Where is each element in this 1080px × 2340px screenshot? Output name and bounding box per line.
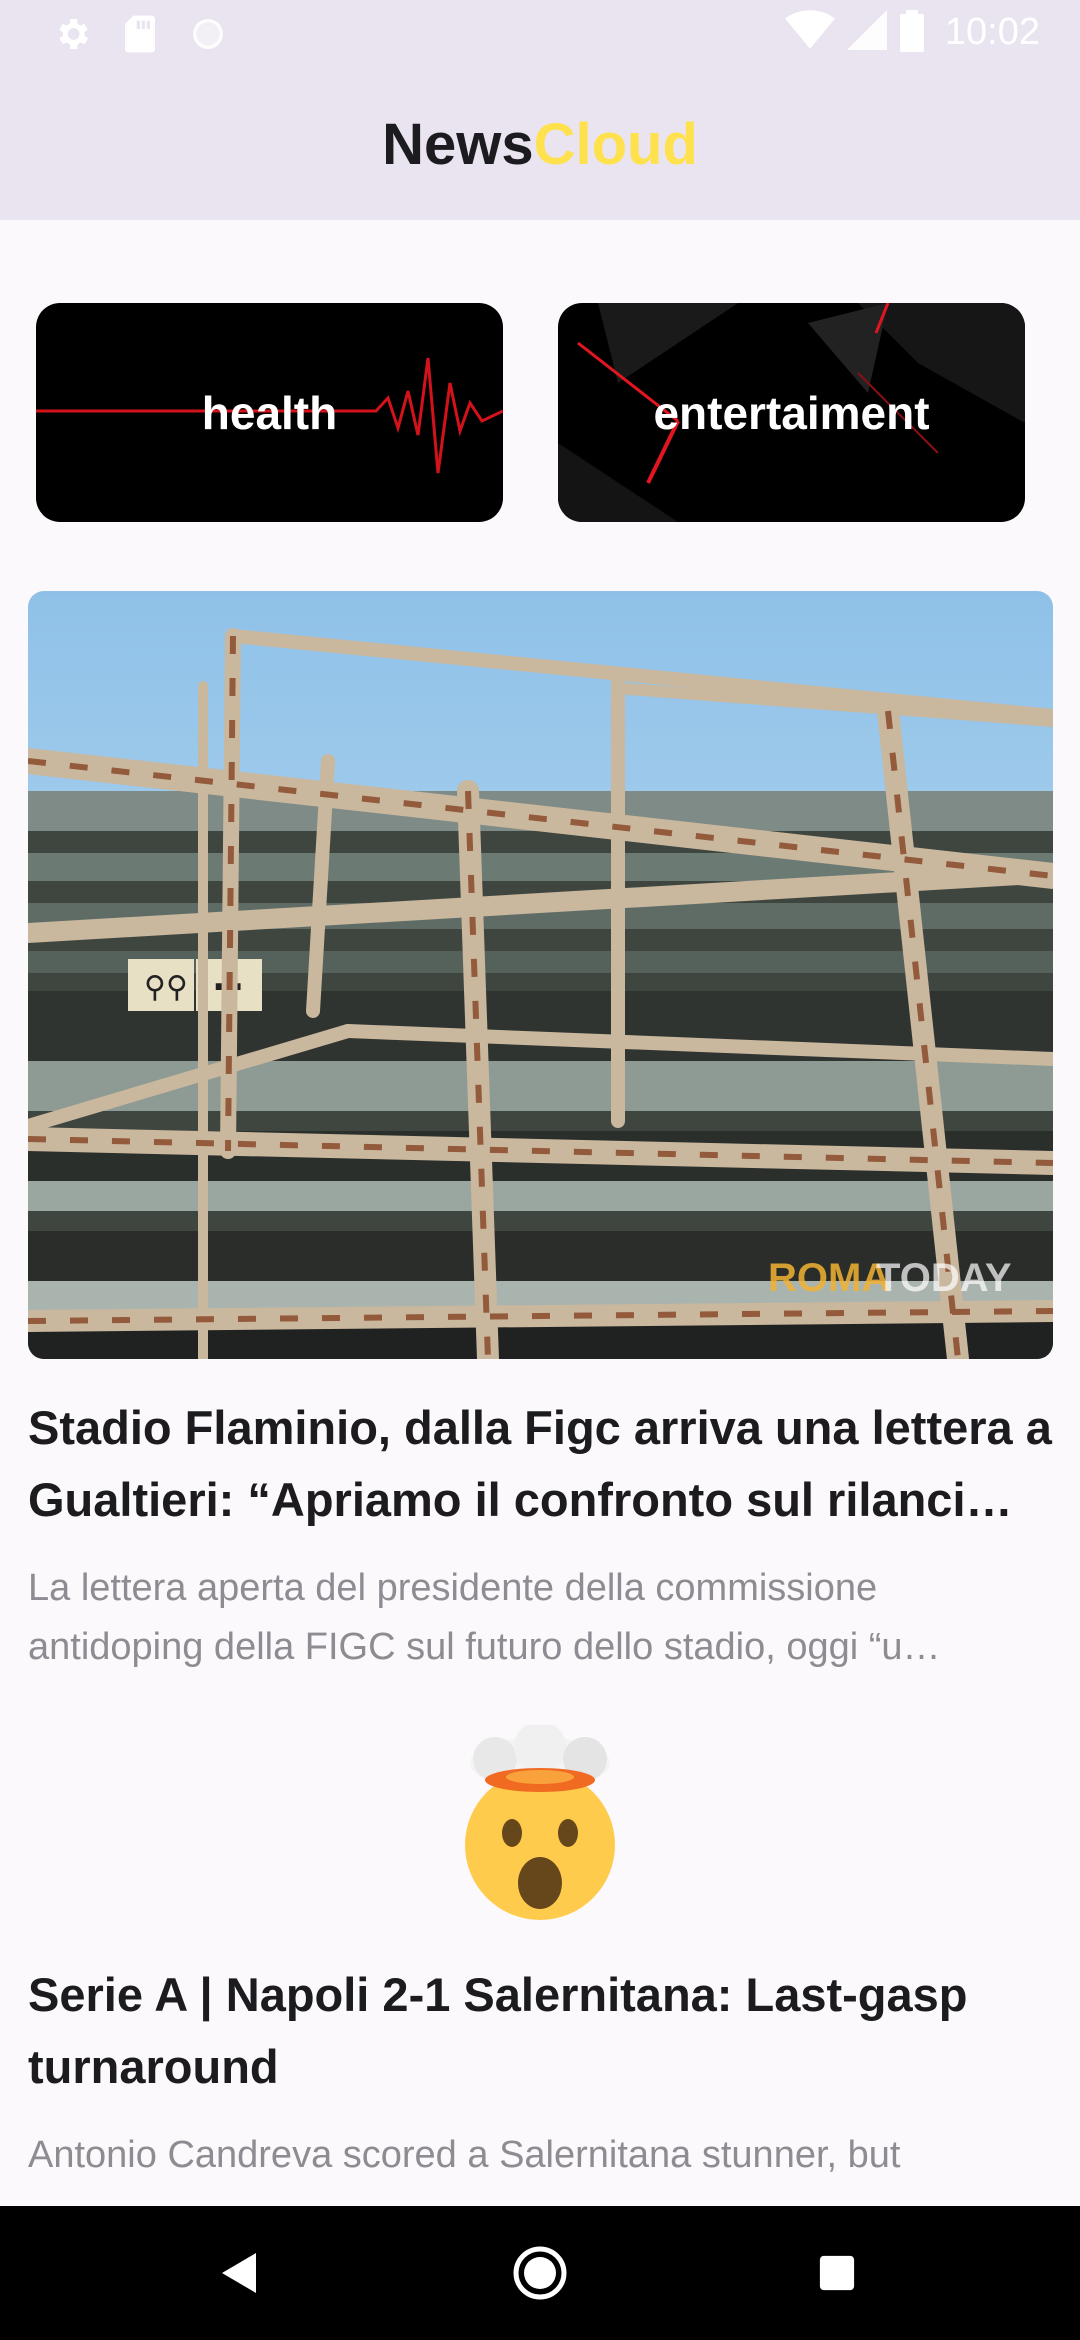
article-title[interactable]: Serie A | Napoli 2-1 Salernitana: Last-g…	[28, 1959, 1058, 2103]
watermark-today: TODAY	[876, 1256, 1012, 1300]
status-bar: 10:02	[0, 0, 1080, 68]
battery-icon	[899, 8, 925, 57]
category-label-entertaiment: entertaiment	[653, 386, 930, 439]
svg-text:⚲⚲: ⚲⚲	[144, 970, 188, 1005]
article-image-stadium[interactable]: ⚲⚲ ✚ ROMA TODAY	[28, 591, 1053, 1359]
watermark-roma: ROMA	[768, 1256, 890, 1300]
stadium-photo: ⚲⚲ ✚ ROMA TODAY	[28, 591, 1053, 1359]
app-bar: NewsCloud	[0, 68, 1080, 220]
app-title: NewsCloud	[382, 111, 698, 178]
app-title-news: News	[382, 111, 534, 177]
exploding-head-emoji-icon[interactable]	[440, 1721, 640, 1925]
status-right-icons: 10:02	[784, 8, 1040, 57]
article-description: Antonio Candreva scored a Salernitana st…	[28, 2134, 901, 2176]
status-time: 10:02	[944, 11, 1040, 53]
settings-icon	[52, 14, 92, 59]
category-card-health[interactable]: health	[36, 303, 503, 522]
category-row: health entertaiment	[36, 303, 1036, 522]
sd-card-icon	[122, 14, 158, 59]
status-left-icons	[52, 14, 228, 59]
article-description: La lettera aperta del presidente della c…	[28, 1567, 941, 1668]
navigation-bar	[0, 2206, 1080, 2340]
home-icon[interactable]	[505, 2238, 575, 2308]
recents-icon[interactable]	[802, 2238, 872, 2308]
app-title-cloud: Cloud	[533, 111, 698, 177]
wifi-icon	[784, 8, 835, 57]
circle-icon	[188, 14, 228, 59]
category-label-health: health	[201, 386, 338, 439]
signal-icon	[846, 8, 887, 57]
back-icon[interactable]	[205, 2238, 275, 2308]
category-card-entertaiment[interactable]: entertaiment	[558, 303, 1025, 522]
article-title[interactable]: Stadio Flaminio, dalla Figc arriva una l…	[28, 1392, 1058, 1536]
